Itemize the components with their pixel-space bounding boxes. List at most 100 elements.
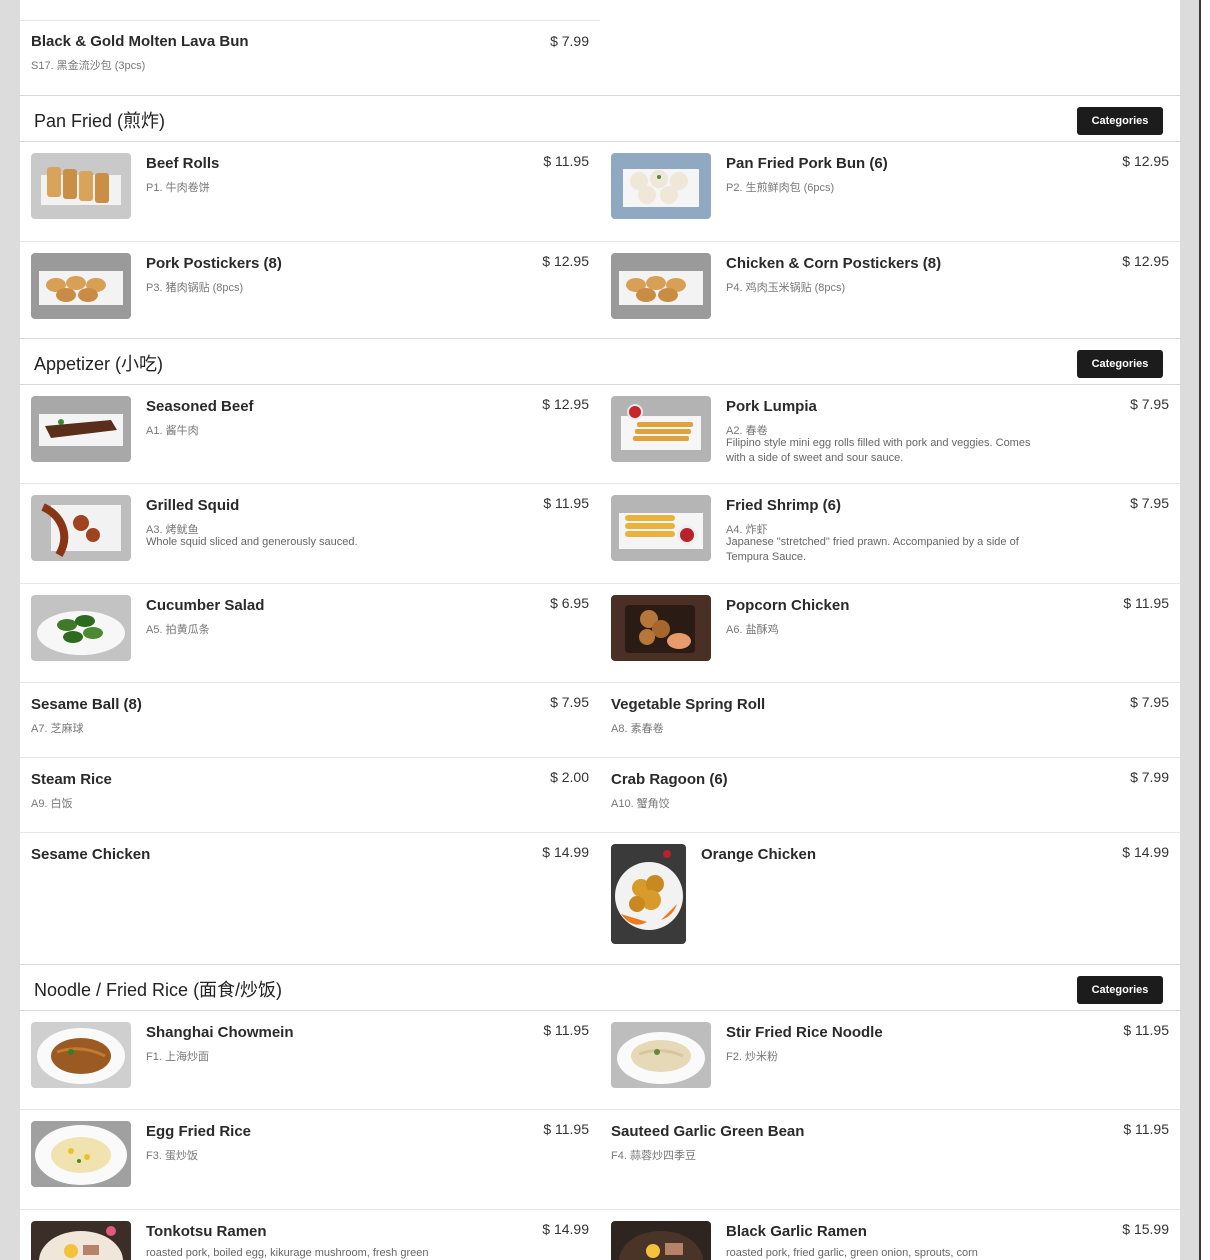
item-name: Shanghai Chowmein	[146, 1024, 294, 1041]
menu-item[interactable]: Popcorn Chicken A6. 盐酥鸡 $ 11.95	[600, 584, 1180, 682]
menu-row: Seasoned Beef A1. 酱牛肉 $ 12.95 Pork Lumpi…	[20, 385, 1180, 484]
item-price: $ 7.99	[1130, 769, 1169, 785]
menu-item[interactable]: Sesame Ball (8) A7. 芝麻球 $ 7.95	[20, 683, 600, 757]
section-title: Appetizer (小吃)	[34, 354, 164, 374]
popcorn-chicken-photo	[611, 595, 711, 661]
item-description: Japanese "stretched" fried prawn. Accomp…	[726, 536, 1019, 563]
menu-row: Sesame Chicken $ 14.99 Orange Chicken $ …	[20, 833, 1180, 965]
menu-row: Shanghai Chowmein F1. 上海炒面 $ 11.95 Stir …	[20, 1011, 1180, 1110]
item-price: $ 14.99	[542, 1221, 589, 1237]
fried-rice-photo	[31, 1121, 131, 1187]
menu-row: Beef Rolls P1. 牛肉卷饼 $ 11.95 Pan Fried Po…	[20, 142, 1180, 242]
menu-item[interactable]: Pork Postickers (8) P3. 猪肉锅贴 (8pcs) $ 12…	[20, 242, 600, 338]
item-price: $ 11.95	[543, 495, 589, 511]
page-gutter	[1180, 0, 1200, 1260]
menu-row: Grilled Squid A3. 烤鱿鱼 Whole squid sliced…	[20, 484, 1180, 584]
menu-item[interactable]: Fried Shrimp (6) A4. 炸虾 Japanese "stretc…	[600, 484, 1180, 583]
item-price: $ 14.99	[542, 844, 589, 860]
item-price: $ 11.95	[543, 1022, 589, 1038]
menu-item[interactable]: Black & Gold Molten Lava Bun S17. 黑金流沙包 …	[20, 0, 600, 95]
menu-item[interactable]: Steam Rice A9. 白饭 $ 2.00	[20, 758, 600, 832]
section-header-noodle: Noodle / Fried Rice (面食/炒饭) Categories	[20, 965, 1180, 1011]
item-name: Tonkotsu Ramen	[146, 1223, 267, 1240]
item-name: Pork Lumpia	[726, 398, 817, 415]
menu-item[interactable]: Egg Fried Rice F3. 蛋炒饭 $ 11.95	[20, 1110, 600, 1209]
item-price: $ 11.95	[1123, 1022, 1169, 1038]
section-title: Pan Fried (煎炸)	[34, 111, 166, 131]
menu-item[interactable]: Sauteed Garlic Green Bean F4. 蒜蓉炒四季豆 $ 1…	[600, 1110, 1180, 1209]
item-price: $ 7.95	[550, 694, 589, 710]
item-code: P4. 鸡肉玉米锅贴 (8pcs)	[726, 282, 846, 294]
item-description: roasted pork, boiled egg, kikurage mushr…	[146, 1247, 429, 1259]
menu-item[interactable]: Tonkotsu Ramen roasted pork, boiled egg,…	[20, 1210, 600, 1260]
item-code: F2. 炒米粉	[726, 1051, 778, 1063]
item-code: F3. 蛋炒饭	[146, 1150, 198, 1162]
potstickers-photo	[31, 253, 131, 319]
item-name: Crab Ragoon (6)	[611, 771, 728, 788]
scrollbar-track[interactable]	[1201, 0, 1210, 1260]
menu-item[interactable]: Beef Rolls P1. 牛肉卷饼 $ 11.95	[20, 142, 600, 241]
pork-bun-photo	[611, 153, 711, 219]
menu-row: Pork Postickers (8) P3. 猪肉锅贴 (8pcs) $ 12…	[20, 242, 1180, 339]
menu-item[interactable]: Cucumber Salad A5. 拍黄瓜条 $ 6.95	[20, 584, 600, 682]
menu-item[interactable]: Crab Ragoon (6) A10. 蟹角饺 $ 7.99	[600, 758, 1180, 832]
grilled-squid-photo	[31, 495, 131, 561]
item-name: Black Garlic Ramen	[726, 1223, 867, 1240]
item-code: A10. 蟹角饺	[611, 798, 670, 810]
item-price: $ 12.95	[1122, 253, 1169, 269]
item-name: Steam Rice	[31, 771, 112, 788]
item-code: A1. 酱牛肉	[146, 425, 199, 437]
categories-button[interactable]: Categories	[1077, 107, 1163, 135]
chowmein-photo	[31, 1022, 131, 1088]
beef-rolls-photo	[31, 153, 131, 219]
cucumber-salad-photo	[31, 595, 131, 661]
item-code: P3. 猪肉锅贴 (8pcs)	[146, 282, 244, 294]
categories-button[interactable]: Categories	[1077, 350, 1163, 378]
item-description: roasted pork, fried garlic, green onion,…	[726, 1247, 978, 1259]
seasoned-beef-photo	[31, 396, 131, 462]
item-name: Stir Fried Rice Noodle	[726, 1024, 883, 1041]
menu-item[interactable]: Pork Lumpia A2. 春卷 Filipino style mini e…	[600, 385, 1180, 483]
menu-row: Cucumber Salad A5. 拍黄瓜条 $ 6.95 Popcorn C…	[20, 584, 1180, 683]
menu-item[interactable]: Pan Fried Pork Bun (6) P2. 生煎鲜肉包 (6pcs) …	[600, 142, 1180, 241]
section-title: Noodle / Fried Rice (面食/炒饭)	[34, 980, 283, 1000]
menu-row: Tonkotsu Ramen roasted pork, boiled egg,…	[20, 1210, 1180, 1260]
menu-row: Steam Rice A9. 白饭 $ 2.00 Crab Ragoon (6)…	[20, 758, 1180, 833]
item-code: S17. 黑金流沙包 (3pcs)	[31, 60, 146, 72]
menu-item[interactable]: Stir Fried Rice Noodle F2. 炒米粉 $ 11.95	[600, 1011, 1180, 1109]
menu-page: Black & Gold Molten Lava Bun S17. 黑金流沙包 …	[20, 0, 1180, 1260]
tonkotsu-ramen-photo	[31, 1221, 131, 1260]
menu-item[interactable]: Orange Chicken $ 14.99	[600, 833, 1180, 964]
item-code: P2. 生煎鲜肉包 (6pcs)	[726, 182, 835, 194]
menu-item[interactable]: Vegetable Spring Roll A8. 素春卷 $ 7.95	[600, 683, 1180, 757]
item-name: Vegetable Spring Roll	[611, 696, 766, 713]
item-price: $ 7.95	[1130, 694, 1169, 710]
item-code: P1. 牛肉卷饼	[146, 182, 210, 194]
section-header-appetizer: Appetizer (小吃) Categories	[20, 339, 1180, 385]
menu-item[interactable]: Seasoned Beef A1. 酱牛肉 $ 12.95	[20, 385, 600, 483]
item-name: Pork Postickers (8)	[146, 255, 282, 272]
categories-button[interactable]: Categories	[1077, 976, 1163, 1004]
menu-row: Black & Gold Molten Lava Bun S17. 黑金流沙包 …	[20, 0, 1180, 96]
item-price: $ 11.95	[543, 153, 589, 169]
section-header-pan-fried: Pan Fried (煎炸) Categories	[20, 96, 1180, 142]
item-name: Popcorn Chicken	[726, 597, 850, 614]
menu-item[interactable]: Chicken & Corn Postickers (8) P4. 鸡肉玉米锅贴…	[600, 242, 1180, 338]
item-name: Sauteed Garlic Green Bean	[611, 1123, 805, 1140]
menu-item[interactable]: Shanghai Chowmein F1. 上海炒面 $ 11.95	[20, 1011, 600, 1109]
item-name: Fried Shrimp (6)	[726, 497, 842, 514]
pork-lumpia-photo	[611, 396, 711, 462]
item-code: A9. 白饭	[31, 798, 73, 810]
item-price: $ 7.95	[1130, 495, 1169, 511]
menu-item[interactable]: Black Garlic Ramen roasted pork, fried g…	[600, 1210, 1180, 1260]
item-price: $ 7.95	[1130, 396, 1169, 412]
item-price: $ 2.00	[550, 769, 589, 785]
menu-item[interactable]: Grilled Squid A3. 烤鱿鱼 Whole squid sliced…	[20, 484, 600, 583]
item-name: Grilled Squid	[146, 497, 240, 514]
item-description: Filipino style mini egg rolls filled wit…	[726, 437, 1031, 464]
menu-item[interactable]: Sesame Chicken $ 14.99	[20, 833, 600, 964]
item-code: A7. 芝麻球	[31, 723, 84, 735]
item-price: $ 12.95	[542, 253, 589, 269]
item-name: Cucumber Salad	[146, 597, 265, 614]
item-price: $ 7.99	[550, 33, 589, 49]
